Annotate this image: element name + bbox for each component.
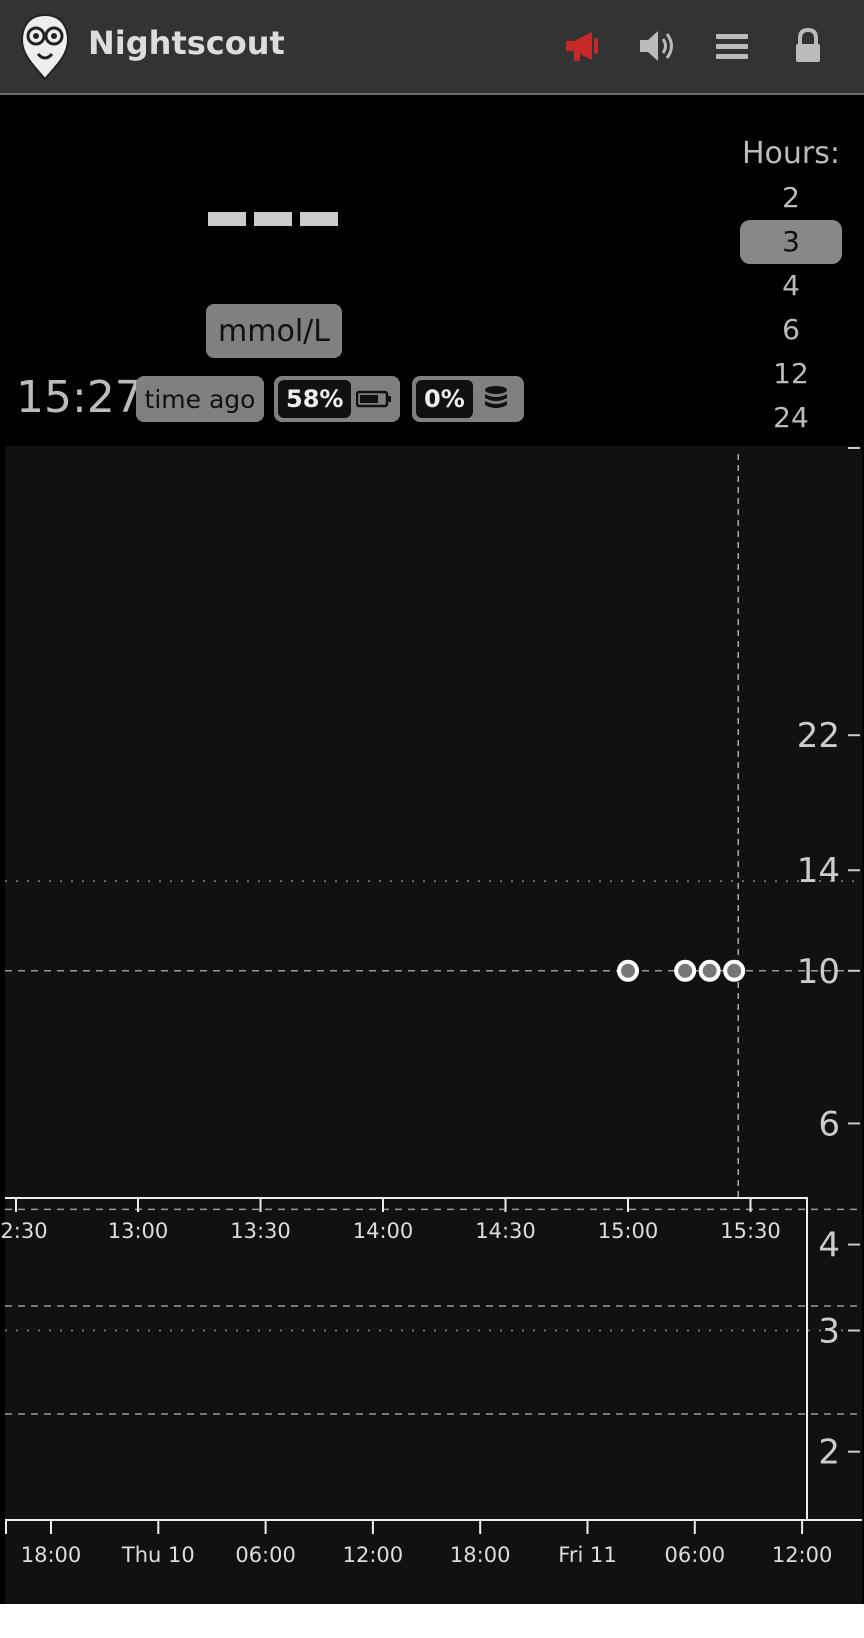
nightscout-logo-icon — [20, 13, 70, 81]
navigator-axis-tick-label: Fri 11 — [558, 1543, 616, 1567]
hours-option-3[interactable]: 3 — [740, 220, 842, 264]
bg-dash — [208, 212, 246, 226]
hours-option-4[interactable]: 4 — [736, 264, 846, 308]
y-axis-tick-label: 3 — [818, 1312, 840, 1352]
alarm-button[interactable] — [560, 24, 604, 68]
menu-button[interactable] — [710, 24, 754, 68]
glucose-chart[interactable]: 22 14 10 6 4 3 2 2:30 13:00 13:30 14:00 14:30 15:00 1… — [0, 446, 864, 1604]
speaker-icon — [640, 31, 673, 61]
y-axis-tick-label: 2 — [818, 1433, 840, 1473]
bg-dash — [254, 212, 292, 226]
x-axis-tick-label: 14:00 — [353, 1219, 414, 1243]
database-icon — [485, 386, 508, 408]
battery-pill[interactable]: 58% — [274, 376, 400, 422]
bg-value-placeholder — [208, 212, 338, 226]
hours-option-2[interactable]: 2 — [736, 176, 846, 220]
glucose-reading-point — [698, 959, 721, 982]
hours-selector: Hours: 2 3 4 6 12 24 — [736, 132, 846, 440]
megaphone-icon — [566, 32, 598, 61]
current-time: 15:27 — [16, 372, 143, 423]
x-axis-tick-label: 15:00 — [598, 1219, 659, 1243]
lock-icon — [796, 27, 820, 62]
bg-dash — [300, 212, 338, 226]
glucose-reading-point — [674, 959, 697, 982]
time-ago-pill[interactable]: time ago — [136, 376, 264, 422]
battery-icon — [355, 390, 391, 408]
navigator-axis-tick-label: 18:00 — [450, 1543, 511, 1567]
hours-option-24[interactable]: 24 — [736, 396, 846, 440]
y-axis-tick-label: 14 — [797, 851, 840, 891]
glucose-reading-point — [617, 959, 639, 982]
x-axis-tick-label: 13:00 — [108, 1219, 169, 1243]
y-axis-tick-label: 10 — [797, 952, 840, 992]
glucose-reading-point — [723, 959, 746, 982]
navigator-axis-tick-label: 12:00 — [772, 1543, 833, 1567]
x-axis-tick-label: 15:30 — [720, 1219, 781, 1243]
battery-value: 58% — [278, 380, 352, 418]
navigator-axis-tick-label: 12:00 — [343, 1543, 404, 1567]
y-axis-tick-label: 4 — [818, 1226, 840, 1266]
sound-button[interactable] — [634, 24, 678, 68]
hours-option-12[interactable]: 12 — [736, 352, 846, 396]
navigator-axis-tick-label: 06:00 — [665, 1543, 726, 1567]
bottom-strip — [0, 1604, 864, 1638]
units-button[interactable]: mmol/L — [206, 304, 342, 358]
app-title: Nightscout — [88, 24, 285, 62]
lock-button[interactable] — [786, 24, 830, 68]
top-bar: Nightscout — [0, 0, 864, 95]
main-chart-background — [5, 446, 862, 1198]
x-axis-tick-label: 14:30 — [475, 1219, 536, 1243]
y-axis-tick-label: 22 — [797, 716, 840, 756]
hours-label: Hours: — [742, 136, 840, 171]
navigator-axis-tick-label: Thu 10 — [121, 1543, 195, 1567]
hours-option-6[interactable]: 6 — [736, 308, 846, 352]
y-axis-tick-label: 6 — [818, 1104, 840, 1144]
x-axis-tick-label: 2:30 — [0, 1219, 47, 1243]
x-axis-tick-label: 13:30 — [230, 1219, 291, 1243]
navigator-axis-tick-label: 18:00 — [21, 1543, 82, 1567]
menu-icon — [716, 34, 748, 59]
database-pill[interactable]: 0% — [412, 376, 524, 422]
database-value: 0% — [416, 380, 473, 418]
navigator-axis-tick-label: 06:00 — [235, 1543, 296, 1567]
